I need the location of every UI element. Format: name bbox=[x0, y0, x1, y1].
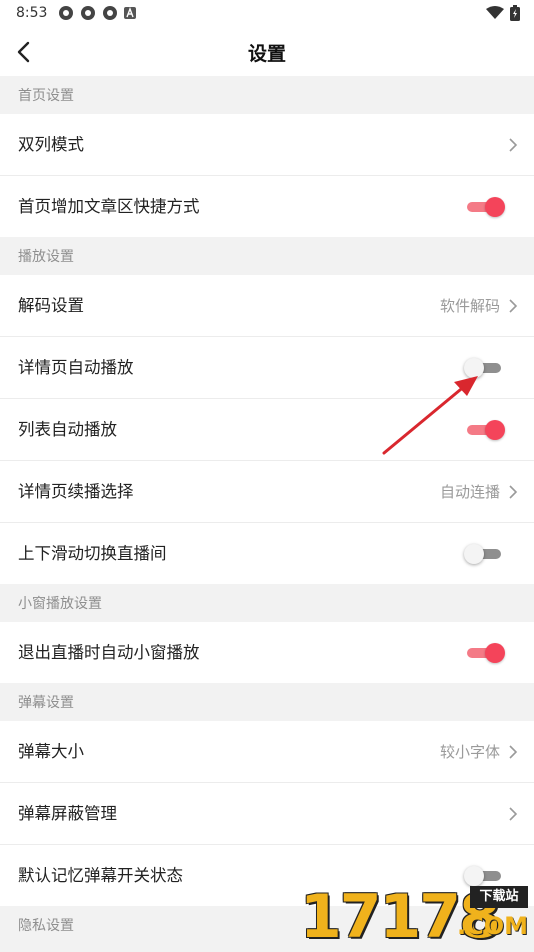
status-bar: 8:53 bbox=[0, 0, 534, 28]
a-badge-icon bbox=[124, 7, 136, 19]
notification-icons bbox=[58, 5, 136, 21]
settings-row-label: 双列模式 bbox=[18, 135, 84, 154]
header: 设置 bbox=[0, 28, 534, 76]
toggle-knob bbox=[485, 197, 505, 217]
settings-row-label: 退出直播时自动小窗播放 bbox=[18, 643, 200, 662]
toggle-switch[interactable] bbox=[464, 358, 501, 378]
settings-row-label: 弹幕大小 bbox=[18, 742, 84, 761]
chevron-right-icon bbox=[509, 485, 518, 499]
watermark-suffix: .COM bbox=[456, 912, 528, 940]
app-notification-icon bbox=[81, 6, 95, 20]
wifi-icon bbox=[486, 6, 504, 19]
settings-row[interactable]: 双列模式 bbox=[0, 114, 534, 176]
toggle-knob bbox=[464, 358, 484, 378]
section-header: 小窗播放设置 bbox=[0, 584, 534, 622]
section-header: 播放设置 bbox=[0, 237, 534, 275]
settings-row[interactable]: 详情页续播选择 自动连播 bbox=[0, 461, 534, 523]
section-header: 首页设置 bbox=[0, 76, 534, 114]
toggle-knob bbox=[464, 544, 484, 564]
chevron-right-icon bbox=[509, 745, 518, 759]
toggle-switch[interactable] bbox=[467, 420, 505, 440]
settings-row-label: 详情页续播选择 bbox=[18, 482, 134, 501]
toggle-switch[interactable] bbox=[464, 544, 501, 564]
settings-row[interactable]: 弹幕屏蔽管理 bbox=[0, 783, 534, 845]
settings-row-label: 首页增加文章区快捷方式 bbox=[18, 197, 200, 216]
battery-icon bbox=[510, 5, 520, 21]
chevron-right-icon bbox=[509, 807, 518, 821]
settings-row[interactable]: 详情页自动播放 bbox=[0, 337, 534, 399]
app-notification-icon bbox=[59, 6, 73, 20]
toggle-knob bbox=[485, 643, 505, 663]
chevron-right-icon bbox=[509, 299, 518, 313]
settings-row[interactable]: 退出直播时自动小窗播放 bbox=[0, 622, 534, 683]
settings-row-label: 解码设置 bbox=[18, 296, 84, 315]
settings-row-label: 上下滑动切换直播间 bbox=[18, 544, 167, 563]
settings-row-value: 软件解码 bbox=[439, 297, 500, 315]
chevron-right-icon bbox=[509, 138, 518, 152]
settings-row-label: 列表自动播放 bbox=[18, 420, 117, 439]
settings-row[interactable]: 解码设置 软件解码 bbox=[0, 275, 534, 337]
settings-row[interactable]: 上下滑动切换直播间 bbox=[0, 523, 534, 584]
settings-row-label: 默认记忆弹幕开关状态 bbox=[18, 866, 183, 885]
settings-row-label: 详情页自动播放 bbox=[18, 358, 134, 377]
settings-row[interactable]: 首页增加文章区快捷方式 bbox=[0, 176, 534, 237]
section-header: 弹幕设置 bbox=[0, 683, 534, 721]
page-title: 设置 bbox=[247, 43, 286, 65]
settings-row[interactable]: 弹幕大小 较小字体 bbox=[0, 721, 534, 783]
watermark-logo: 17178 下载站 .COM bbox=[300, 884, 528, 950]
system-icons bbox=[486, 5, 520, 21]
status-time: 8:53 bbox=[16, 5, 48, 21]
watermark-badge: 下载站 bbox=[470, 886, 528, 908]
settings-list: 首页设置双列模式首页增加文章区快捷方式播放设置解码设置 软件解码详情页自动播放 列表… bbox=[0, 76, 534, 944]
toggle-knob bbox=[485, 420, 505, 440]
settings-row-value: 较小字体 bbox=[439, 743, 500, 761]
toggle-switch[interactable] bbox=[467, 643, 505, 663]
toggle-switch[interactable] bbox=[467, 197, 505, 217]
settings-row-label: 弹幕屏蔽管理 bbox=[18, 804, 117, 823]
app-notification-icon bbox=[103, 6, 117, 20]
settings-row[interactable]: 列表自动播放 bbox=[0, 399, 534, 461]
settings-row-value: 自动连播 bbox=[439, 483, 500, 501]
